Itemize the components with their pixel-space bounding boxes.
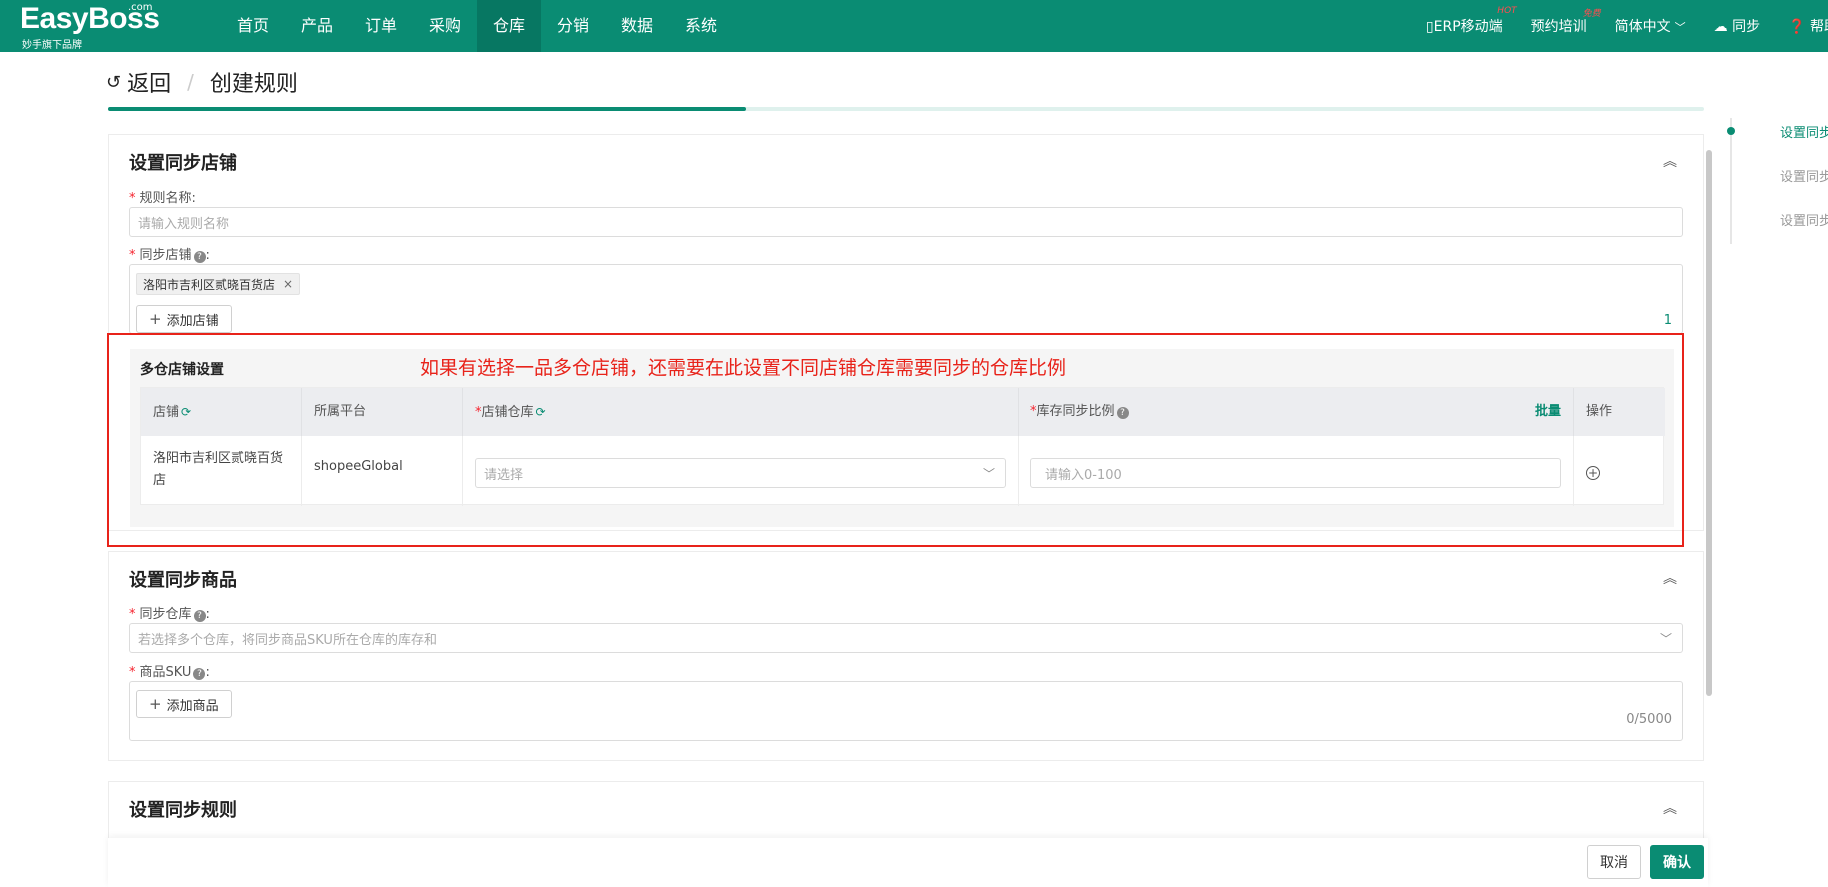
logo-tagline: 妙手旗下品牌	[22, 40, 82, 51]
erp-mobile-link[interactable]: ▯ERP移动端 HOT	[1425, 6, 1517, 36]
question-icon[interactable]: ?	[193, 251, 206, 263]
anchor-active-dot	[1727, 127, 1735, 135]
sync-warehouse-label: * 同步仓库?:	[129, 607, 210, 622]
help-icon: ❓	[1788, 19, 1806, 35]
back-icon[interactable]: ↺	[106, 72, 121, 93]
help-link[interactable]: ❓ 帮助	[1788, 16, 1828, 36]
anchor-sync-store[interactable]: 设置同步店铺	[1780, 122, 1828, 166]
add-goods-label: 添加商品	[166, 698, 219, 714]
sync-label: 同步	[1732, 19, 1761, 35]
add-store-button[interactable]: + 添加店铺	[136, 305, 232, 333]
required-mark: *	[129, 607, 136, 622]
sku-label-text: 商品SKU	[139, 665, 192, 680]
free-badge: 免费	[1582, 9, 1601, 19]
sync-store-label: * 同步店铺?:	[129, 248, 210, 263]
required-mark: *	[129, 665, 136, 680]
nav-system[interactable]: 系统	[669, 0, 733, 52]
nav-purchase[interactable]: 采购	[413, 0, 477, 52]
chevron-down-icon: ﹀	[1674, 21, 1686, 34]
breadcrumb-separator: /	[187, 70, 194, 94]
anchor-sync-goods[interactable]: 设置同步商品	[1780, 166, 1828, 210]
back-link[interactable]: 返回	[127, 66, 171, 98]
sync-store-label-text: 同步店铺	[139, 248, 192, 263]
nav-data[interactable]: 数据	[605, 0, 669, 52]
nav-orders[interactable]: 订单	[349, 0, 413, 52]
store-tag-box[interactable]: 洛阳市吉利区贰晓百货店 × + 添加店铺 1	[129, 264, 1683, 334]
question-icon[interactable]: ?	[193, 668, 206, 680]
sync-rule-title: 设置同步规则	[129, 800, 237, 821]
page-title: 创建规则	[209, 72, 298, 97]
plus-icon: +	[149, 695, 162, 713]
page-progress-bar	[108, 107, 1704, 111]
collapse-icon[interactable]: ︽	[1663, 798, 1677, 818]
anchor-nav: 设置同步店铺 设置同步商品 设置同步规则	[1780, 122, 1828, 254]
help-label: 帮助	[1810, 19, 1828, 35]
hot-badge: HOT	[1497, 6, 1517, 16]
anchor-track	[1730, 118, 1732, 244]
rule-name-input[interactable]: 请输入规则名称	[129, 207, 1683, 237]
erp-mobile-label: ERP移动端	[1433, 19, 1503, 35]
sync-warehouse-placeholder: 若选择多个仓库，将同步商品SKU所在仓库的库存和	[138, 632, 437, 648]
rule-name-label-text: 规则名称:	[139, 191, 196, 206]
question-icon[interactable]: ?	[193, 610, 206, 622]
language-select[interactable]: 简体中文 ﹀	[1615, 16, 1686, 36]
logo-domain: .com	[128, 2, 153, 13]
plus-icon: +	[149, 310, 162, 328]
main-nav: 首页 产品 订单 采购 仓库 分销 数据 系统	[221, 0, 733, 52]
cloud-icon: ☁	[1713, 19, 1728, 35]
confirm-button[interactable]: 确认	[1650, 845, 1704, 879]
easyboss-logo[interactable]: EasyBoss .com 妙手旗下品牌	[20, 2, 160, 51]
sync-goods-card: 设置同步商品 ︽ * 同步仓库?: 若选择多个仓库，将同步商品SKU所在仓库的库存…	[108, 551, 1704, 761]
training-link[interactable]: 预约培训 免费	[1530, 9, 1601, 36]
top-tools: ▯ERP移动端 HOT 预约培训 免费 简体中文﹀ ☁ 同步 ❓ 帮助	[1426, 0, 1828, 52]
progress-fill	[108, 107, 747, 111]
language-label: 简体中文	[1614, 19, 1671, 35]
training-label: 预约培训	[1530, 19, 1587, 35]
sync-link[interactable]: ☁ 同步	[1714, 16, 1760, 36]
collapse-icon[interactable]: ︽	[1663, 151, 1677, 171]
sync-rule-card: 设置同步规则 ︽	[108, 781, 1704, 841]
add-goods-button[interactable]: + 添加商品	[136, 690, 232, 718]
mobile-phone-icon: ▯	[1425, 19, 1434, 35]
sync-warehouse-label-text: 同步仓库	[139, 607, 192, 622]
nav-distribution[interactable]: 分销	[541, 0, 605, 52]
sync-store-title: 设置同步店铺	[129, 153, 237, 174]
nav-home[interactable]: 首页	[221, 0, 285, 52]
annotation-text: 如果有选择一品多仓店铺，还需要在此设置不同店铺仓库需要同步的仓库比例	[420, 357, 1067, 379]
top-nav-bar: EasyBoss .com 妙手旗下品牌 首页 产品 订单 采购 仓库 分销 数…	[0, 0, 1828, 52]
cancel-button[interactable]: 取消	[1587, 845, 1641, 879]
sku-label: * 商品SKU?:	[129, 665, 210, 680]
sync-goods-title: 设置同步商品	[129, 570, 237, 591]
page-header: ↺ 返回 / 创建规则	[106, 66, 298, 98]
required-mark: *	[129, 248, 136, 263]
store-tag-label: 洛阳市吉利区贰晓百货店	[143, 277, 276, 292]
store-count: 1	[1663, 313, 1672, 328]
required-mark: *	[129, 191, 136, 206]
sku-count: 0/5000	[1626, 712, 1672, 727]
collapse-icon[interactable]: ︽	[1663, 568, 1677, 588]
nav-warehouse[interactable]: 仓库	[477, 0, 541, 52]
close-icon[interactable]: ×	[283, 277, 293, 291]
scrollbar-thumb[interactable]	[1706, 150, 1712, 696]
rule-name-label: * 规则名称:	[129, 187, 196, 206]
add-store-label: 添加店铺	[166, 313, 219, 329]
nav-products[interactable]: 产品	[285, 0, 349, 52]
sync-warehouse-select[interactable]: 若选择多个仓库，将同步商品SKU所在仓库的库存和 ﹀	[129, 623, 1683, 653]
chevron-down-icon: ﹀	[1659, 631, 1672, 646]
footer-bar: 取消 确认	[108, 838, 1708, 887]
anchor-sync-rule[interactable]: 设置同步规则	[1780, 210, 1828, 254]
store-tag: 洛阳市吉利区贰晓百货店 ×	[136, 273, 301, 295]
sku-box[interactable]: + 添加商品 0/5000	[129, 681, 1683, 741]
